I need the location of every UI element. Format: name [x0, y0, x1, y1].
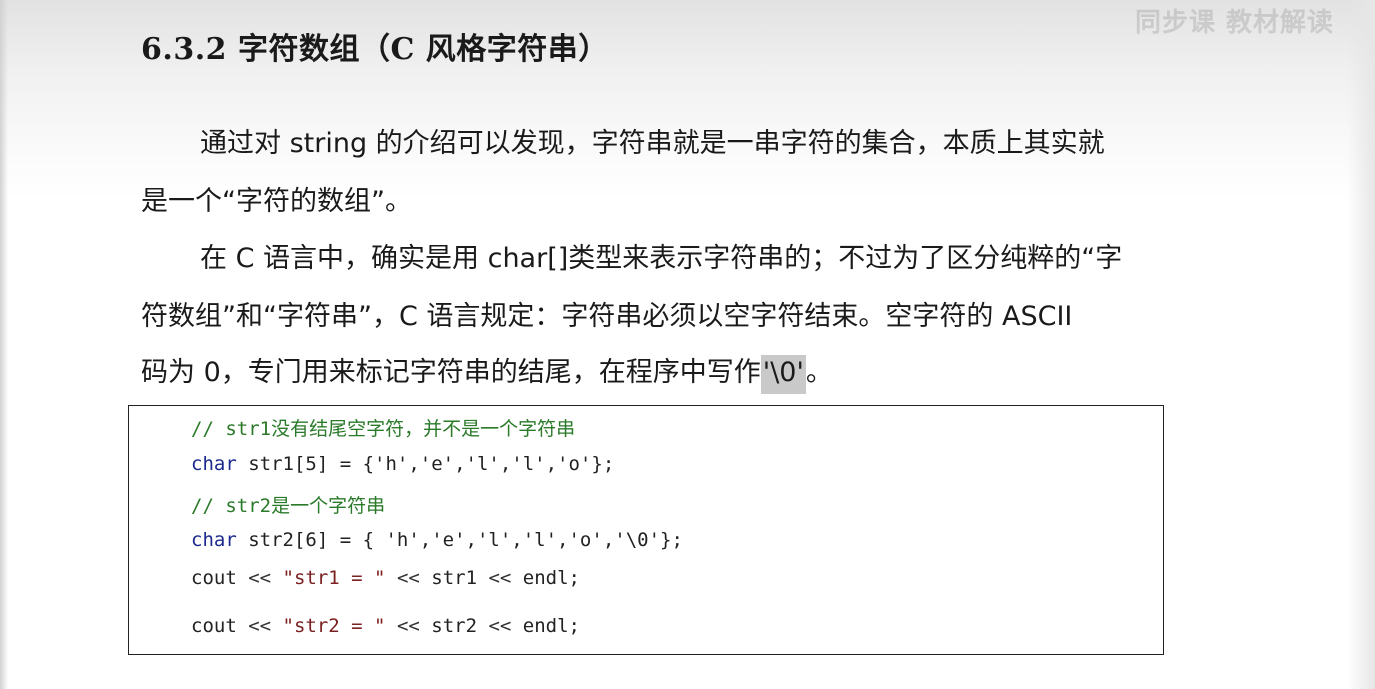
code-line: cout << "str2 = " << str2 << endl; [191, 615, 580, 637]
paragraph-line: 符数组”和“字符串”，C 语言规定：字符串必须以空字符结束。空字符的 ASCII [141, 301, 1073, 332]
code-text: endl; [511, 567, 580, 589]
code-comment: // str1没有结尾空字符，并不是一个字符串 [191, 418, 576, 440]
watermark: 同步课 教材解读 [1135, 8, 1335, 38]
code-text: str1 [419, 567, 489, 589]
code-text: str2 [419, 615, 489, 637]
code-line: char str2[6] = { 'h','e','l','l','o','\0… [191, 529, 683, 551]
highlighted-null-char: '\0' [760, 355, 806, 394]
section-heading: 6.3.2 字符数组（C 风格字符串） [141, 32, 609, 67]
code-operator: << [248, 567, 272, 589]
code-operator: << [488, 567, 512, 589]
paragraph-line: 是一个“字符的数组”。 [141, 186, 412, 217]
code-text: endl; [511, 615, 580, 637]
code-operator: << [248, 615, 272, 637]
code-text: cout [191, 567, 249, 589]
code-line: cout << "str1 = " << str1 << endl; [191, 567, 580, 589]
paragraph-line: 码为 0，专门用来标记字符串的结尾，在程序中写作'\0'。 [141, 355, 833, 394]
code-text: cout [191, 615, 249, 637]
code-keyword: char [191, 529, 237, 551]
code-operator: << [396, 567, 420, 589]
code-operator: << [396, 615, 420, 637]
paragraph-text: 。 [805, 357, 833, 388]
document-page: 同步课 教材解读 6.3.2 字符数组（C 风格字符串） 通过对 string … [0, 0, 1375, 689]
page-right-shade [1347, 0, 1375, 689]
code-line: char str1[5] = {'h','e','l','l','o'}; [191, 453, 614, 475]
page-left-edge [0, 0, 8, 689]
code-comment: // str2是一个字符串 [191, 495, 386, 517]
code-text: str2[6] = { 'h','e','l','l','o','\0'}; [236, 529, 683, 551]
code-text: str1[5] = {'h','e','l','l','o'}; [236, 453, 615, 475]
code-string: "str1 = " [271, 567, 397, 589]
code-operator: << [488, 615, 512, 637]
paragraph-text: 码为 0，专门用来标记字符串的结尾，在程序中写作 [141, 357, 761, 388]
paragraph-line: 通过对 string 的介绍可以发现，字符串就是一串字符的集合，本质上其实就 [200, 128, 1105, 159]
code-keyword: char [191, 453, 237, 475]
code-block: // str1没有结尾空字符，并不是一个字符串 char str1[5] = {… [128, 405, 1164, 655]
paragraph-line: 在 C 语言中，确实是用 char[]类型来表示字符串的；不过为了区分纯粹的“字 [200, 243, 1123, 274]
code-string: "str2 = " [271, 615, 397, 637]
